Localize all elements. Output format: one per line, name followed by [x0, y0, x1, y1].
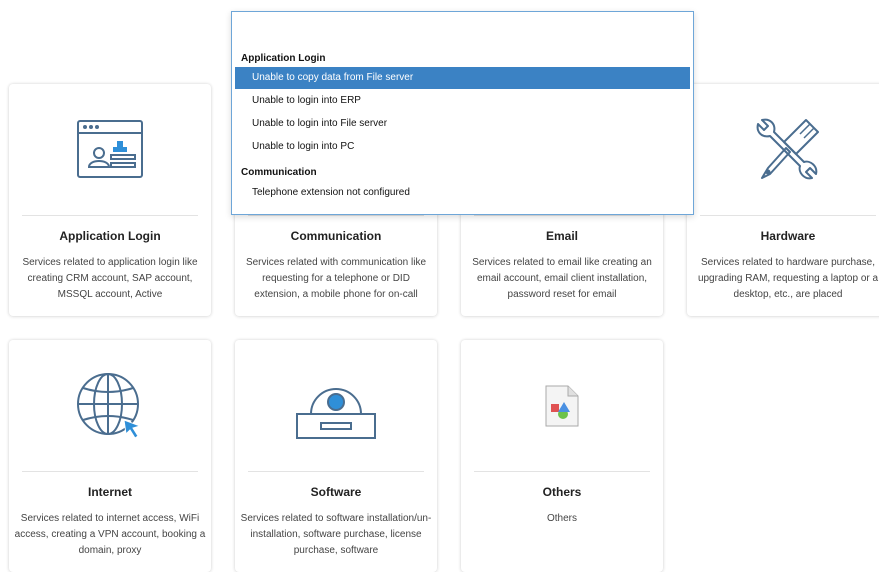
- card-description: Services related to application login li…: [22, 257, 198, 300]
- dropdown-item-login-pc[interactable]: Unable to login into PC: [235, 136, 690, 158]
- card-divider: [700, 215, 876, 216]
- card-title: Application Login: [59, 229, 161, 243]
- dropdown-item-copy-data-file-server[interactable]: Unable to copy data from File server: [235, 67, 690, 89]
- card-description: Services related to email like creating …: [472, 257, 652, 300]
- card-divider: [22, 215, 198, 216]
- card-title: Email: [545, 229, 578, 243]
- card-divider: [248, 215, 424, 216]
- card-description: Services related to software installatio…: [240, 513, 432, 556]
- application-window-icon: [9, 100, 211, 200]
- globe-cursor-icon: [9, 356, 211, 456]
- card-title: Others: [542, 485, 582, 499]
- dropdown-group-communication: Communication: [241, 167, 317, 178]
- service-dropdown[interactable]: Application Login Unable to copy data fr…: [231, 11, 694, 215]
- card-divider: [474, 215, 650, 216]
- card-description: Others: [546, 513, 577, 524]
- disc-drive-icon: [235, 356, 437, 456]
- dropdown-item-telephone-extension[interactable]: Telephone extension not configured: [235, 182, 690, 204]
- card-title: Software: [310, 485, 362, 499]
- dropdown-item-login-file-server[interactable]: Unable to login into File server: [235, 113, 690, 135]
- dropdown-group-application-login: Application Login: [241, 53, 326, 64]
- card-internet[interactable]: Internet Services related to internet ac…: [9, 340, 211, 572]
- card-divider: [474, 471, 650, 472]
- shapes-document-icon: [461, 356, 663, 456]
- card-description: Services related with communication like…: [245, 257, 427, 300]
- card-description: Services related to internet access, WiF…: [14, 513, 206, 556]
- card-title: Internet: [87, 485, 132, 499]
- dropdown-item-login-erp[interactable]: Unable to login into ERP: [235, 90, 690, 112]
- card-others[interactable]: Others Others: [461, 340, 663, 572]
- card-divider: [22, 471, 198, 472]
- card-description: Services related to hardware purchase, u…: [697, 257, 879, 300]
- card-application-login[interactable]: Application Login Services related to ap…: [9, 84, 211, 316]
- card-title: Hardware: [760, 229, 816, 243]
- dropdown-search-input[interactable]: [232, 12, 693, 46]
- wrench-screwdriver-icon: [687, 100, 879, 200]
- card-divider: [248, 471, 424, 472]
- card-hardware[interactable]: Hardware Services related to hardware pu…: [687, 84, 879, 316]
- card-title: Communication: [290, 229, 382, 243]
- card-software[interactable]: Software Services related to software in…: [235, 340, 437, 572]
